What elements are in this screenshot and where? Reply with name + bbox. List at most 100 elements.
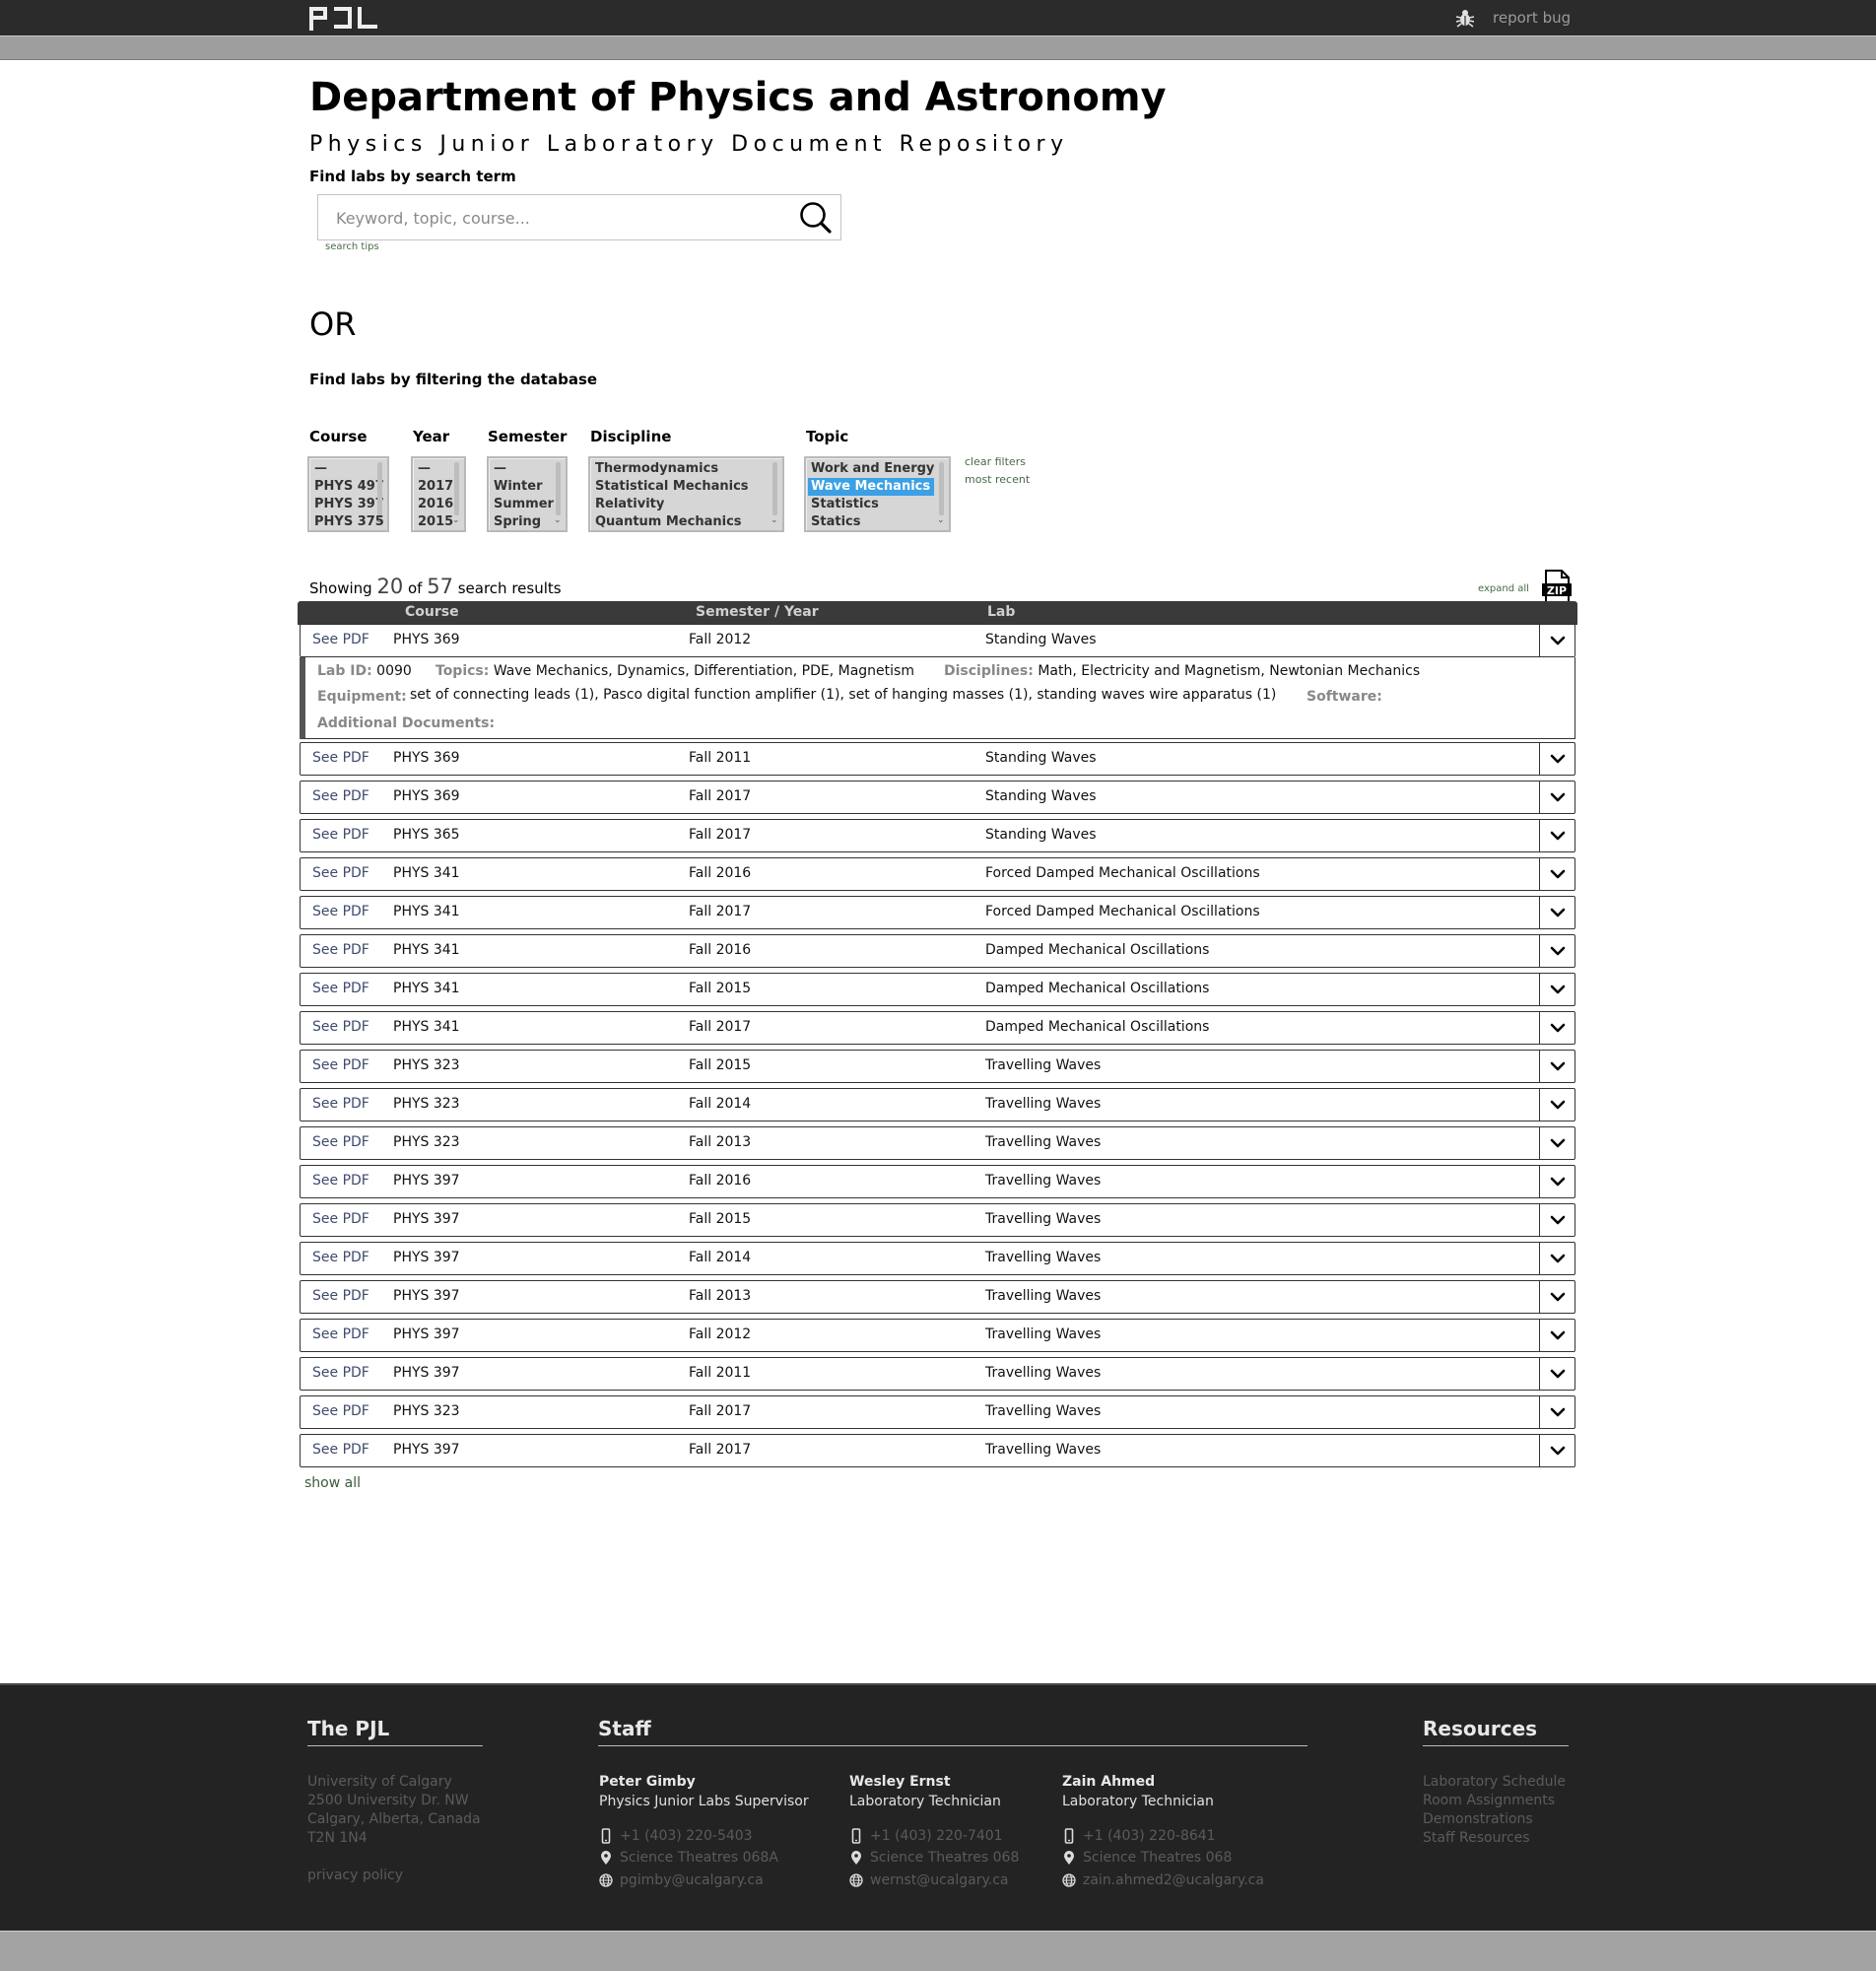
staff-email[interactable]: pgimby@ucalgary.ca: [620, 1872, 764, 1888]
see-pdf-link[interactable]: See PDF: [312, 1365, 369, 1381]
table-row[interactable]: See PDF PHYS 323 Fall 2014 Travelling Waves: [300, 1088, 1575, 1121]
table-row[interactable]: See PDF PHYS 369 Fall 2012 Standing Waves: [300, 624, 1575, 657]
expand-all-link[interactable]: expand all: [1478, 583, 1529, 594]
table-row[interactable]: See PDF PHYS 365 Fall 2017 Standing Waves: [300, 819, 1575, 852]
expand-row-button[interactable]: [1539, 935, 1574, 967]
table-row[interactable]: See PDF PHYS 369 Fall 2017 Standing Waves: [300, 781, 1575, 814]
select-option[interactable]: —: [311, 460, 384, 478]
table-row[interactable]: See PDF PHYS 397 Fall 2016 Travelling Waves: [300, 1165, 1575, 1198]
see-pdf-link[interactable]: See PDF: [312, 1250, 369, 1265]
resource-link-staff-resources[interactable]: Staff Resources: [1423, 1829, 1566, 1848]
select-option[interactable]: Statistical Mechanics: [592, 478, 749, 496]
discipline-filter-select[interactable]: Thermodynamics Statistical Mechanics Rel…: [588, 456, 784, 532]
select-option[interactable]: —: [415, 460, 453, 478]
see-pdf-link[interactable]: See PDF: [312, 1057, 369, 1073]
select-option[interactable]: PHYS 375: [311, 513, 384, 530]
pjl-logo[interactable]: [308, 5, 379, 31]
select-option-selected[interactable]: Wave Mechanics: [808, 478, 934, 496]
staff-phone[interactable]: +1 (403) 220-8641: [1083, 1828, 1216, 1844]
select-option[interactable]: Statistics: [808, 496, 934, 513]
expand-row-button[interactable]: [1539, 1358, 1574, 1390]
staff-phone[interactable]: +1 (403) 220-7401: [870, 1828, 1003, 1844]
expand-row-button[interactable]: [1539, 1166, 1574, 1197]
select-option[interactable]: PHYS 397: [311, 496, 384, 513]
see-pdf-link[interactable]: See PDF: [312, 1173, 369, 1189]
select-option[interactable]: 2016: [415, 496, 453, 513]
clear-filters-link[interactable]: clear filters: [965, 455, 1026, 468]
select-option[interactable]: —: [491, 460, 554, 478]
table-row[interactable]: See PDF PHYS 341 Fall 2017 Damped Mechanica…: [300, 1011, 1575, 1045]
scrollbar[interactable]: ⌄: [937, 462, 946, 525]
resource-link-laboratory-schedule[interactable]: Laboratory Schedule: [1423, 1773, 1566, 1792]
scrollbar[interactable]: ⌄: [375, 462, 384, 525]
table-row[interactable]: See PDF PHYS 323 Fall 2013 Travelling Waves: [300, 1126, 1575, 1160]
resource-link-demonstrations[interactable]: Demonstrations: [1423, 1810, 1566, 1829]
table-row[interactable]: See PDF PHYS 341 Fall 2016 Forced Damped Me…: [300, 857, 1575, 891]
select-option[interactable]: Spring: [491, 513, 554, 530]
staff-phone[interactable]: +1 (403) 220-5403: [620, 1828, 753, 1844]
see-pdf-link[interactable]: See PDF: [312, 942, 369, 958]
bug-icon[interactable]: [1454, 7, 1476, 29]
see-pdf-link[interactable]: See PDF: [312, 904, 369, 919]
see-pdf-link[interactable]: See PDF: [312, 750, 369, 766]
search-input[interactable]: [336, 207, 770, 229]
select-option[interactable]: PHYS 497: [311, 478, 384, 496]
expand-row-button[interactable]: [1539, 858, 1574, 890]
see-pdf-link[interactable]: See PDF: [312, 632, 369, 647]
topic-filter-select[interactable]: Work and Energy Wave Mechanics Statistic…: [804, 456, 951, 532]
select-option[interactable]: 2015: [415, 513, 453, 530]
privacy-policy-link[interactable]: privacy policy: [307, 1867, 403, 1885]
expand-row-button[interactable]: [1539, 1281, 1574, 1313]
see-pdf-link[interactable]: See PDF: [312, 788, 369, 804]
search-tips-link[interactable]: search tips: [325, 241, 379, 252]
see-pdf-link[interactable]: See PDF: [312, 1019, 369, 1035]
expand-row-button[interactable]: [1539, 1089, 1574, 1121]
expand-row-button[interactable]: [1539, 625, 1574, 656]
see-pdf-link[interactable]: See PDF: [312, 1096, 369, 1112]
staff-email[interactable]: zain.ahmed2@ucalgary.ca: [1083, 1872, 1264, 1888]
select-option[interactable]: Quantum Mechanics: [592, 513, 749, 530]
semester-filter-select[interactable]: — Winter Summer Spring ⌄: [487, 456, 568, 532]
expand-row-button[interactable]: [1539, 782, 1574, 813]
see-pdf-link[interactable]: See PDF: [312, 1134, 369, 1150]
expand-row-button[interactable]: [1539, 1396, 1574, 1428]
expand-row-button[interactable]: [1539, 1127, 1574, 1159]
see-pdf-link[interactable]: See PDF: [312, 981, 369, 996]
select-option[interactable]: 2017: [415, 478, 453, 496]
select-option[interactable]: Relativity: [592, 496, 749, 513]
table-row[interactable]: See PDF PHYS 323 Fall 2017 Travelling Waves: [300, 1395, 1575, 1429]
select-option[interactable]: Summer: [491, 496, 554, 513]
see-pdf-link[interactable]: See PDF: [312, 1288, 369, 1304]
expand-row-button[interactable]: [1539, 743, 1574, 775]
scrollbar[interactable]: ⌄: [452, 462, 461, 525]
select-option[interactable]: Work and Energy: [808, 460, 934, 478]
see-pdf-link[interactable]: See PDF: [312, 827, 369, 843]
expand-row-button[interactable]: [1539, 1204, 1574, 1236]
table-row[interactable]: See PDF PHYS 369 Fall 2011 Standing Waves: [300, 742, 1575, 776]
table-row[interactable]: See PDF PHYS 341 Fall 2015 Damped Mechanica…: [300, 973, 1575, 1006]
table-row[interactable]: See PDF PHYS 397 Fall 2011 Travelling Waves: [300, 1357, 1575, 1391]
search-icon[interactable]: [797, 199, 835, 237]
table-row[interactable]: See PDF PHYS 397 Fall 2017 Travelling Waves: [300, 1434, 1575, 1467]
select-option[interactable]: Statics: [808, 513, 934, 530]
see-pdf-link[interactable]: See PDF: [312, 1403, 369, 1419]
staff-email[interactable]: wernst@ucalgary.ca: [870, 1872, 1009, 1888]
table-row[interactable]: See PDF PHYS 397 Fall 2015 Travelling Waves: [300, 1203, 1575, 1237]
table-row[interactable]: See PDF PHYS 397 Fall 2013 Travelling Waves: [300, 1280, 1575, 1314]
year-filter-select[interactable]: — 2017 2016 2015 ⌄: [411, 456, 466, 532]
report-bug-link[interactable]: report bug: [1493, 9, 1571, 27]
resource-link-room-assignments[interactable]: Room Assignments: [1423, 1792, 1566, 1810]
zip-file-icon[interactable]: ZIP: [1542, 570, 1572, 605]
table-row[interactable]: See PDF PHYS 397 Fall 2014 Travelling Waves: [300, 1242, 1575, 1275]
expand-row-button[interactable]: [1539, 1320, 1574, 1351]
table-row[interactable]: See PDF PHYS 341 Fall 2017 Forced Damped Me…: [300, 896, 1575, 929]
see-pdf-link[interactable]: See PDF: [312, 1211, 369, 1227]
most-recent-link[interactable]: most recent: [965, 473, 1030, 486]
show-all-link[interactable]: show all: [304, 1475, 361, 1491]
select-option[interactable]: Winter: [491, 478, 554, 496]
expand-row-button[interactable]: [1539, 897, 1574, 928]
see-pdf-link[interactable]: See PDF: [312, 1442, 369, 1458]
expand-row-button[interactable]: [1539, 1051, 1574, 1082]
scrollbar[interactable]: ⌄: [554, 462, 563, 525]
table-row[interactable]: See PDF PHYS 323 Fall 2015 Travelling Waves: [300, 1050, 1575, 1083]
